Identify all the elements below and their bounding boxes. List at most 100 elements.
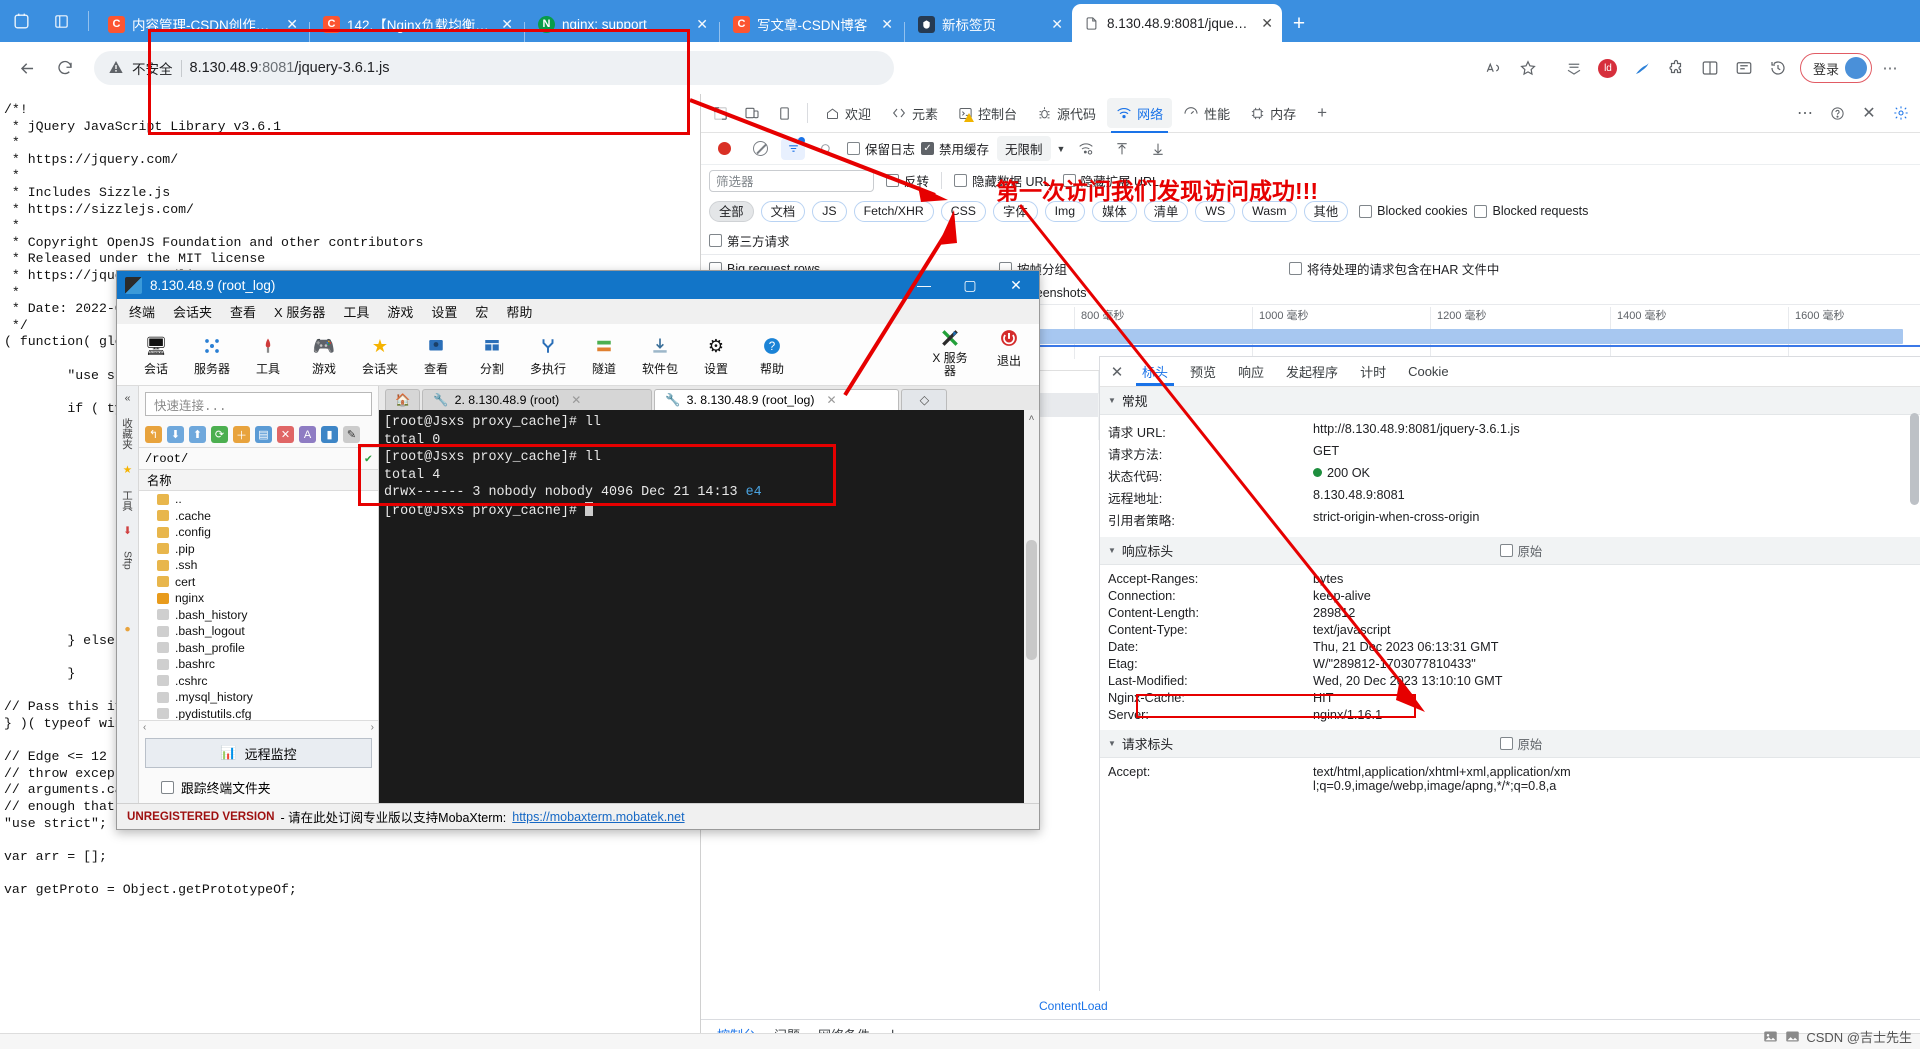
browser-tab-0[interactable]: C 内容管理-CSDN创作中心 ✕ [97, 6, 307, 42]
favorites-star-icon[interactable] [1512, 52, 1544, 84]
chip-ws[interactable]: WS [1195, 200, 1236, 222]
devtools-tab-network[interactable]: 网络 [1107, 98, 1173, 133]
ribbon-multiexec[interactable]: 多执行 [521, 334, 575, 377]
chip-font[interactable]: 字体 [993, 200, 1038, 222]
tab-close-icon[interactable]: ✕ [881, 16, 893, 33]
devtools-tab-memory[interactable]: 内存 [1241, 98, 1305, 128]
menu-tools[interactable]: 工具 [343, 302, 369, 321]
close-icon[interactable]: ✕ [1854, 99, 1884, 127]
rail-favorites[interactable]: 收藏夹 [120, 418, 135, 450]
browser-tab-4[interactable]: 新标签页 ✕ [907, 6, 1072, 42]
follow-terminal-option[interactable]: 跟踪终端文件夹 [139, 772, 378, 803]
raw-checkbox[interactable] [1499, 544, 1513, 557]
history-icon[interactable] [1762, 52, 1794, 84]
refresh-icon[interactable]: ⟳ [211, 426, 228, 443]
more-options-icon[interactable]: ⋯ [1790, 99, 1820, 127]
ribbon-settings[interactable]: ⚙ 设置 [689, 334, 743, 377]
browser-tab-3[interactable]: C 写文章-CSDN博客 ✕ [722, 6, 902, 42]
mobaxterm-titlebar[interactable]: 8.130.48.9 (root_log) — ▢ ✕ [117, 271, 1039, 299]
disable-cache-checkbox[interactable]: ✓ [921, 142, 935, 155]
details-tab-preview[interactable]: 预览 [1180, 358, 1226, 386]
details-tab-timing[interactable]: 计时 [1350, 358, 1396, 386]
menu-terminal[interactable]: 终端 [129, 302, 155, 321]
chip-doc[interactable]: 文档 [760, 200, 806, 222]
browser-tab-1[interactable]: C 142.【Nginx负载均衡-01】 ✕ [312, 6, 522, 42]
list-item[interactable]: .bashrc [139, 656, 378, 673]
blocked-cookies-option[interactable]: Blocked cookies [1359, 204, 1467, 218]
extension-badge-icon[interactable]: ld [1592, 52, 1624, 84]
devtools-tab-sources[interactable]: 源代码 [1028, 98, 1105, 128]
chip-manifest[interactable]: 清单 [1143, 200, 1189, 222]
terminal-new-tab-button[interactable]: ◇ [901, 389, 948, 410]
upload-icon[interactable]: ⬆ [189, 426, 206, 443]
browser-essentials-icon[interactable] [1728, 52, 1760, 84]
section-header-general[interactable]: ▼ 常规 [1100, 387, 1920, 415]
menu-settings[interactable]: 设置 [431, 302, 457, 321]
minimize-button[interactable]: — [901, 271, 947, 299]
devtools-tab-console[interactable]: 控制台 [949, 98, 1026, 128]
binary-mode-icon[interactable]: ▮ [321, 426, 338, 443]
record-stop-icon[interactable] [709, 135, 739, 163]
hide-ext-urls-checkbox[interactable] [1062, 174, 1076, 187]
section-header-request[interactable]: ▼ 请求标头 原始 [1100, 730, 1920, 758]
ribbon-tools[interactable]: 工具 [241, 334, 295, 377]
ribbon-help[interactable]: ? 帮助 [745, 334, 799, 377]
bird-extension-icon[interactable] [1626, 52, 1658, 84]
vertical-tabs-icon[interactable] [46, 6, 76, 36]
sftp-path-bar[interactable]: /root/ ✔ [139, 448, 378, 470]
blocked-cookies-checkbox[interactable] [1359, 204, 1373, 218]
ribbon-packages[interactable]: 软件包 [633, 334, 687, 377]
login-button[interactable]: 登录 [1799, 53, 1872, 83]
preserve-log-checkbox[interactable] [847, 142, 860, 155]
tab-close-icon[interactable]: ✕ [1261, 15, 1273, 32]
ribbon-session[interactable]: 🖥 会话 [129, 334, 183, 377]
tab-close-icon[interactable]: ✕ [286, 16, 298, 33]
up-folder-icon[interactable]: ↰ [145, 426, 162, 443]
tab-close-icon[interactable]: ✕ [696, 16, 708, 33]
tab-close-icon[interactable]: ✕ [826, 393, 836, 407]
preserve-log-option[interactable]: 保留日志 [847, 139, 915, 158]
throttling-select[interactable]: 无限制 [997, 136, 1051, 161]
devtools-tab-performance[interactable]: 性能 [1174, 98, 1239, 128]
terminal-home-tab[interactable]: 🏠 [385, 389, 421, 410]
blocked-requests-checkbox[interactable] [1474, 204, 1488, 218]
menu-xserver[interactable]: X 服务器 [274, 302, 325, 321]
scroll-left-icon[interactable]: ‹ [143, 722, 146, 733]
ribbon-sessions-folder[interactable]: ★ 会话夹 [353, 334, 407, 377]
invert-checkbox[interactable] [886, 174, 899, 187]
rail-star-icon[interactable]: ★ [123, 464, 132, 476]
delete-icon[interactable]: ✕ [277, 426, 294, 443]
details-tab-cookie[interactable]: Cookie [1398, 358, 1458, 386]
tab-close-icon[interactable]: ✕ [1051, 16, 1063, 33]
more-options-icon[interactable]: ⋯ [1874, 52, 1906, 84]
tab-search-icon[interactable] [6, 6, 36, 36]
terminal-scrollbar[interactable]: ^ [1024, 410, 1039, 803]
inspect-icon[interactable] [705, 99, 735, 127]
list-item[interactable]: .bash_history [139, 607, 378, 624]
scrollbar-thumb[interactable] [1026, 540, 1037, 660]
address-bar[interactable]: 不安全 8.130.48.9:8081/jquery-3.6.1.js [94, 51, 894, 85]
rail-sftp-icon[interactable]: ⬇ [123, 525, 132, 537]
chip-wasm[interactable]: Wasm [1242, 200, 1297, 222]
upload-arrow-icon[interactable] [1107, 135, 1137, 163]
rail-collapse-icon[interactable]: « [125, 392, 131, 404]
ribbon-exit[interactable]: 退出 [989, 326, 1029, 369]
collections-icon[interactable] [1558, 52, 1590, 84]
ribbon-servers[interactable]: 服务器 [185, 334, 239, 377]
scroll-right-icon[interactable]: › [371, 722, 374, 733]
list-item[interactable]: .bash_profile [139, 640, 378, 657]
device-toolbar-icon[interactable] [737, 99, 767, 127]
remote-monitoring-button[interactable]: 📊 远程监控 [145, 738, 372, 768]
edit-icon[interactable]: ✎ [343, 426, 360, 443]
list-item[interactable]: .. [139, 491, 378, 508]
menu-view[interactable]: 查看 [230, 302, 256, 321]
filter-icon[interactable] [781, 136, 805, 160]
search-icon[interactable] [811, 135, 841, 163]
raw-checkbox[interactable] [1499, 737, 1513, 750]
list-item[interactable]: .pip [139, 541, 378, 558]
ribbon-tunneling[interactable]: 隧道 [577, 334, 631, 377]
chip-js[interactable]: JS [812, 200, 847, 222]
hide-data-urls-checkbox[interactable] [954, 174, 968, 187]
list-item[interactable]: .ssh [139, 557, 378, 574]
follow-terminal-checkbox[interactable] [161, 781, 174, 794]
